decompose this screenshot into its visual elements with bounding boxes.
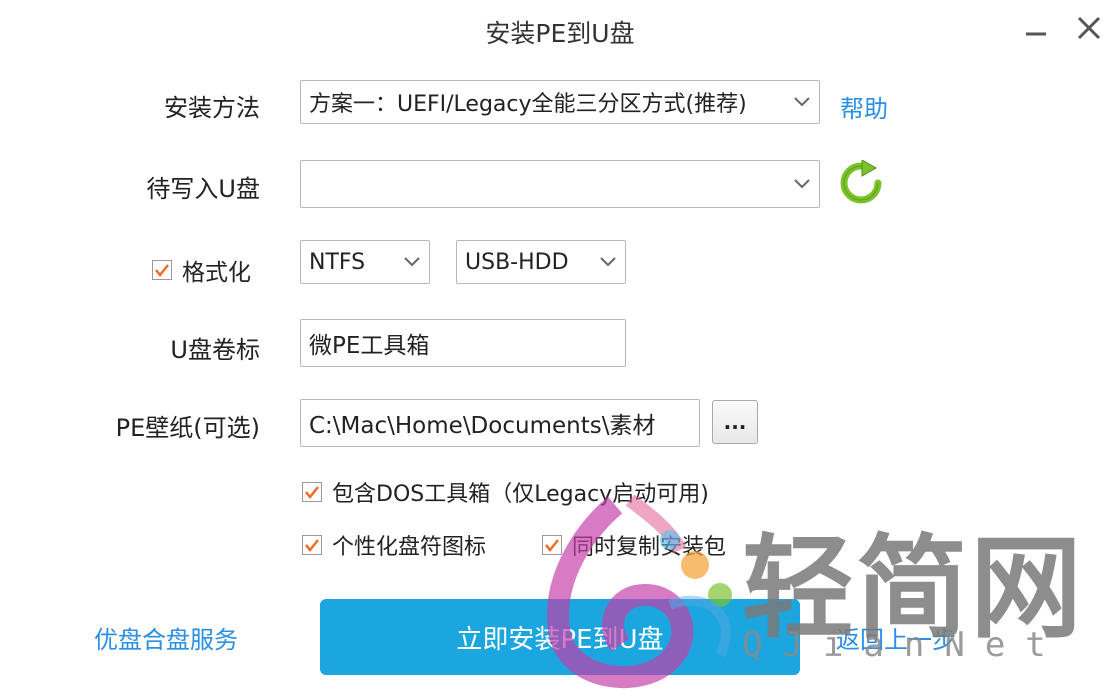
chevron-down-icon (785, 81, 819, 123)
refresh-button[interactable] (838, 159, 884, 206)
target-drive-label: 待写入U盘 (146, 175, 260, 203)
format-label: 格式化 (182, 260, 251, 286)
boot-mode-value: USB-HDD (465, 249, 569, 275)
filesystem-select[interactable]: NTFS (300, 240, 430, 284)
install-method-value: 方案一：UEFI/Legacy全能三分区方式(推荐) (309, 92, 747, 117)
chevron-down-icon (591, 241, 625, 283)
title-bar: 安装PE到U盘 (0, 0, 1120, 58)
help-link[interactable]: 帮助 (840, 89, 888, 124)
filesystem-value: NTFS (309, 249, 366, 275)
volume-label-label: U盘卷标 (170, 336, 260, 364)
minimize-icon (1026, 32, 1046, 36)
format-checkbox[interactable] (152, 260, 172, 280)
install-method-label: 安装方法 (164, 94, 260, 122)
window-title: 安装PE到U盘 (485, 19, 635, 48)
watermark-subtext: QJianNet (742, 625, 1066, 665)
custom-icon-row[interactable]: 个性化盘符图标 (302, 529, 486, 561)
boot-mode-select[interactable]: USB-HDD (456, 240, 626, 284)
wallpaper-path-input[interactable]: C:\Mac\Home\Documents\素材 (300, 399, 700, 447)
custom-icon-checkbox[interactable] (302, 535, 322, 555)
target-drive-select[interactable] (300, 160, 820, 208)
wallpaper-label: PE壁纸(可选) (115, 414, 260, 442)
minimize-button[interactable] (1020, 10, 1056, 46)
include-dos-checkbox[interactable] (302, 482, 322, 502)
chevron-down-icon (785, 161, 819, 207)
install-method-select[interactable]: 方案一：UEFI/Legacy全能三分区方式(推荐) (300, 80, 820, 124)
format-checkbox-row[interactable]: 格式化 (152, 253, 251, 287)
checkmark-icon (305, 486, 319, 500)
chevron-down-icon (395, 241, 429, 283)
checkmark-icon (305, 539, 319, 553)
watermark-logo (547, 495, 732, 689)
checkmark-icon (155, 264, 169, 278)
volume-label-input[interactable]: 微PE工具箱 (300, 319, 626, 367)
close-icon (1077, 16, 1101, 40)
custom-icon-label: 个性化盘符图标 (332, 535, 487, 560)
browse-button[interactable]: ... (712, 400, 758, 444)
refresh-icon (840, 159, 882, 204)
usb-service-link[interactable]: 优盘合盘服务 (94, 620, 238, 655)
close-button[interactable] (1071, 10, 1107, 46)
